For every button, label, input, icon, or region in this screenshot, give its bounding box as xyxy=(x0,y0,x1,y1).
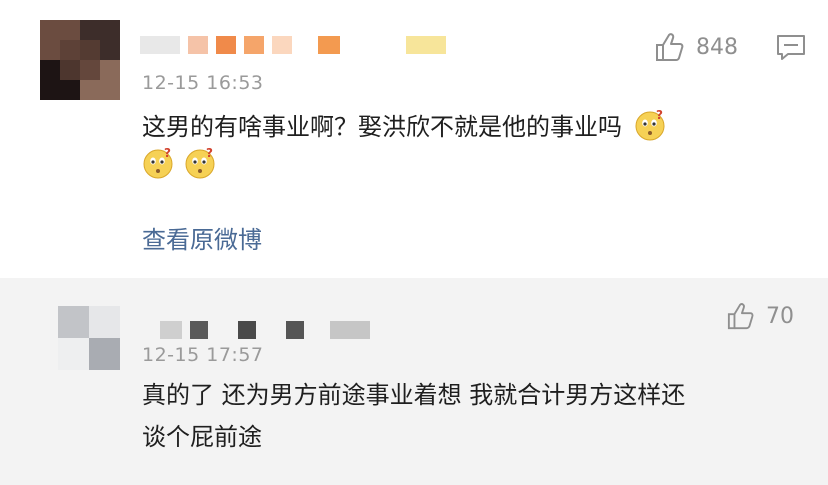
avatar[interactable] xyxy=(58,306,120,370)
username-blurred[interactable] xyxy=(140,36,446,54)
comment-text-line-1: 真的了 还为男方前途事业着想 我就合计男方这样还 xyxy=(142,381,686,409)
comment-text-line-2: 谈个屁前途 xyxy=(142,423,262,451)
comment-icon[interactable] xyxy=(776,34,806,62)
like-count: 70 xyxy=(766,303,794,329)
comment-card: 12-15 16:53 848 这男的有啥事业啊？娶洪欣不就是他的事业吗 ? ? xyxy=(0,0,828,278)
comment-text: 这男的有啥事业啊？娶洪欣不就是他的事业吗 ? xyxy=(142,106,666,148)
svg-text:?: ? xyxy=(656,109,663,122)
like-count: 848 xyxy=(696,34,738,60)
username-blurred[interactable] xyxy=(160,321,370,339)
like-button[interactable]: 848 xyxy=(654,32,738,62)
svg-text:?: ? xyxy=(164,147,171,160)
thumbs-up-icon xyxy=(727,303,754,330)
reply-card: 12-15 17:57 70 真的了 还为男方前途事业着想 我就合计男方这样还 … xyxy=(0,278,828,485)
comment-time: 12-15 16:53 xyxy=(142,72,264,94)
emoji-row: ? ? xyxy=(142,147,216,182)
svg-text:?: ? xyxy=(206,147,213,160)
avatar[interactable] xyxy=(40,20,120,100)
comment-time: 12-15 17:57 xyxy=(142,344,264,366)
confused-face-emoji: ? xyxy=(635,109,665,141)
like-button[interactable]: 70 xyxy=(726,302,794,330)
confused-face-emoji: ? xyxy=(185,147,215,179)
thumbs-up-icon xyxy=(656,33,684,61)
view-original-link[interactable]: 查看原微博 xyxy=(142,220,262,255)
confused-face-emoji: ? xyxy=(143,147,173,179)
